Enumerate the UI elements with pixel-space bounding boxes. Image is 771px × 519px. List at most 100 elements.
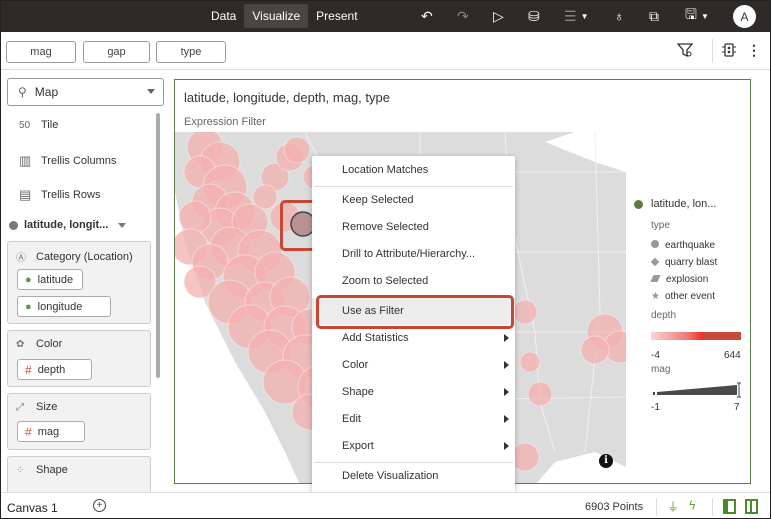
legend-depth-min: -4 <box>651 350 660 361</box>
menu-item-remove-selected[interactable]: Remove Selected <box>312 214 515 241</box>
undo-icon[interactable]: ↶ <box>421 7 433 25</box>
viz-subtitle: Expression Filter <box>184 116 266 128</box>
menu-item-location-matches[interactable]: Location Matches <box>312 157 515 184</box>
submenu-arrow-icon <box>504 388 509 396</box>
category-well[interactable]: Ⓐ Category (Location) ● latitude ● longitud… <box>7 241 151 324</box>
insights-icon[interactable]: ♁ <box>614 7 625 25</box>
location-pin-icon: ● <box>25 273 32 286</box>
chip-latitude[interactable]: ● latitude <box>17 269 83 290</box>
option-label: Tile <box>41 119 59 131</box>
submenu-arrow-icon <box>504 415 509 423</box>
menu-highlight <box>316 295 514 329</box>
redo-icon[interactable]: ↷ <box>457 7 469 25</box>
auto-apply-icon[interactable] <box>722 42 736 61</box>
viz-type-select[interactable]: ⚲ Map <box>7 78 164 106</box>
menu-item-shape[interactable]: Shape <box>312 379 515 406</box>
map-pin-icon: ⚲ <box>18 85 27 99</box>
menu-item-edit[interactable]: Edit <box>312 406 515 433</box>
legend-label: earthquake <box>665 240 716 251</box>
submenu-arrow-icon <box>504 442 509 450</box>
chip-longitude[interactable]: ● longitude <box>17 296 111 317</box>
option-tile[interactable]: 50 Tile <box>19 119 58 131</box>
chip-label: mag <box>37 425 60 438</box>
number-icon: # <box>25 362 32 377</box>
menu-item-add-statistics[interactable]: Add Statistics <box>312 325 515 352</box>
mag-size-ramp <box>653 382 741 398</box>
filter-bar: mag gap type ⋮ <box>1 32 770 70</box>
category-icon: Ⓐ <box>16 253 26 264</box>
legend-layer[interactable]: latitude, lon... <box>634 198 716 210</box>
filter-pill-type[interactable]: type <box>156 41 226 63</box>
legend-mag-max: 7 <box>734 402 740 413</box>
menu-item-keep-selected[interactable]: Keep Selected <box>312 187 515 214</box>
canvas-tab[interactable]: Canvas 1 <box>7 501 58 515</box>
menu-item-export[interactable]: Export <box>312 433 515 460</box>
tab-visualize[interactable]: Visualize <box>244 4 309 28</box>
size-well[interactable]: ⤢ Size # mag <box>7 393 151 450</box>
layer-label: latitude, longit... <box>24 219 109 231</box>
depth-color-ramp <box>651 332 741 340</box>
filter-pill-mag[interactable]: mag <box>6 41 76 63</box>
menu-item-drill[interactable]: Drill to Attribute/Hierarchy... <box>312 241 515 268</box>
option-trellis-rows[interactable]: ▤ Trellis Rows <box>19 187 101 203</box>
run-icon[interactable]: ▷ <box>493 7 504 25</box>
tab-data[interactable]: Data <box>203 4 244 28</box>
panel-scrollbar[interactable] <box>156 113 160 378</box>
well-title: Shape <box>36 464 68 476</box>
star-shape-icon: ★ <box>651 291 660 302</box>
chip-label: longitude <box>37 300 83 313</box>
comment-icon[interactable]: ☰ ▼ <box>564 7 588 25</box>
menu-item-delete-visualization[interactable]: Delete Visualization <box>312 463 515 490</box>
legend-item-earthquake[interactable]: earthquake <box>651 240 715 251</box>
parallelogram-shape-icon <box>650 275 661 282</box>
chip-label: latitude <box>37 273 74 286</box>
number-icon: # <box>25 424 32 439</box>
tab-present[interactable]: Present <box>308 4 365 28</box>
mode-tabs: Data Visualize Present <box>203 4 366 28</box>
save-icon[interactable]: 🖫 ▼ <box>685 6 709 25</box>
submenu-arrow-icon <box>504 334 509 342</box>
resize-icon: ⤢ <box>16 401 24 413</box>
viz-title: latitude, longitude, depth, mag, type <box>184 90 390 105</box>
info-icon[interactable]: i <box>599 454 613 468</box>
more-options-icon[interactable]: ⋮ <box>747 42 761 59</box>
data-refresh-icon[interactable]: ⛁ <box>528 7 540 25</box>
lightning-icon[interactable]: ϟ <box>689 498 695 512</box>
app-window: Data Visualize Present ↶ ↷ ▷ ⛁ ☰ ▼ ♁ ⧉ 🖫 ▼… <box>0 0 771 519</box>
legend-label: explosion <box>666 274 709 285</box>
option-trellis-columns[interactable]: ▥ Trellis Columns <box>19 153 116 169</box>
chevron-down-icon <box>118 222 127 228</box>
legend-layer-label: latitude, lon... <box>651 198 717 210</box>
user-avatar[interactable]: A <box>733 5 756 28</box>
color-well[interactable]: ✿ Color # depth <box>7 330 151 387</box>
add-canvas-icon[interactable]: + <box>93 499 106 512</box>
submenu-arrow-icon <box>504 361 509 369</box>
legend-label: quarry blast <box>665 257 718 268</box>
layer-selector[interactable]: latitude, longit... <box>9 219 127 231</box>
circle-shape-icon <box>651 240 659 248</box>
top-bar: Data Visualize Present ↶ ↷ ▷ ⛁ ☰ ▼ ♁ ⧉ 🖫 ▼… <box>1 1 770 32</box>
divider <box>712 39 713 63</box>
legend-item-explosion[interactable]: explosion <box>650 274 709 285</box>
menu-item-color[interactable]: Color <box>312 352 515 379</box>
option-label: Trellis Rows <box>41 189 101 201</box>
divider <box>656 498 657 516</box>
legend-item-quarry-blast[interactable]: quarry blast <box>650 257 718 268</box>
filter-settings-icon[interactable] <box>676 42 694 61</box>
well-title: Size <box>36 401 58 413</box>
trellis-rows-icon: ▤ <box>19 187 32 202</box>
export-icon[interactable]: ⧉ <box>649 7 659 25</box>
toggle-left-panel-icon[interactable] <box>723 499 736 514</box>
shape-well[interactable]: ⁘ Shape <box>7 456 151 496</box>
chip-label: depth <box>37 363 66 376</box>
toggle-right-panel-icon[interactable] <box>745 499 758 514</box>
bottom-bar: Canvas 1 + 6903 Points ⏚ ϟ <box>1 492 770 518</box>
filter-pill-gap[interactable]: gap <box>83 41 150 63</box>
chip-depth[interactable]: # depth <box>17 359 92 380</box>
menu-item-zoom-to-selected[interactable]: Zoom to Selected <box>312 268 515 295</box>
legend-item-other-event[interactable]: ★ other event <box>651 291 715 302</box>
chevron-down-icon <box>147 89 155 94</box>
plug-icon[interactable]: ⏚ <box>667 498 679 515</box>
chip-mag[interactable]: # mag <box>17 421 85 442</box>
legend-depth-title: depth <box>651 310 677 321</box>
